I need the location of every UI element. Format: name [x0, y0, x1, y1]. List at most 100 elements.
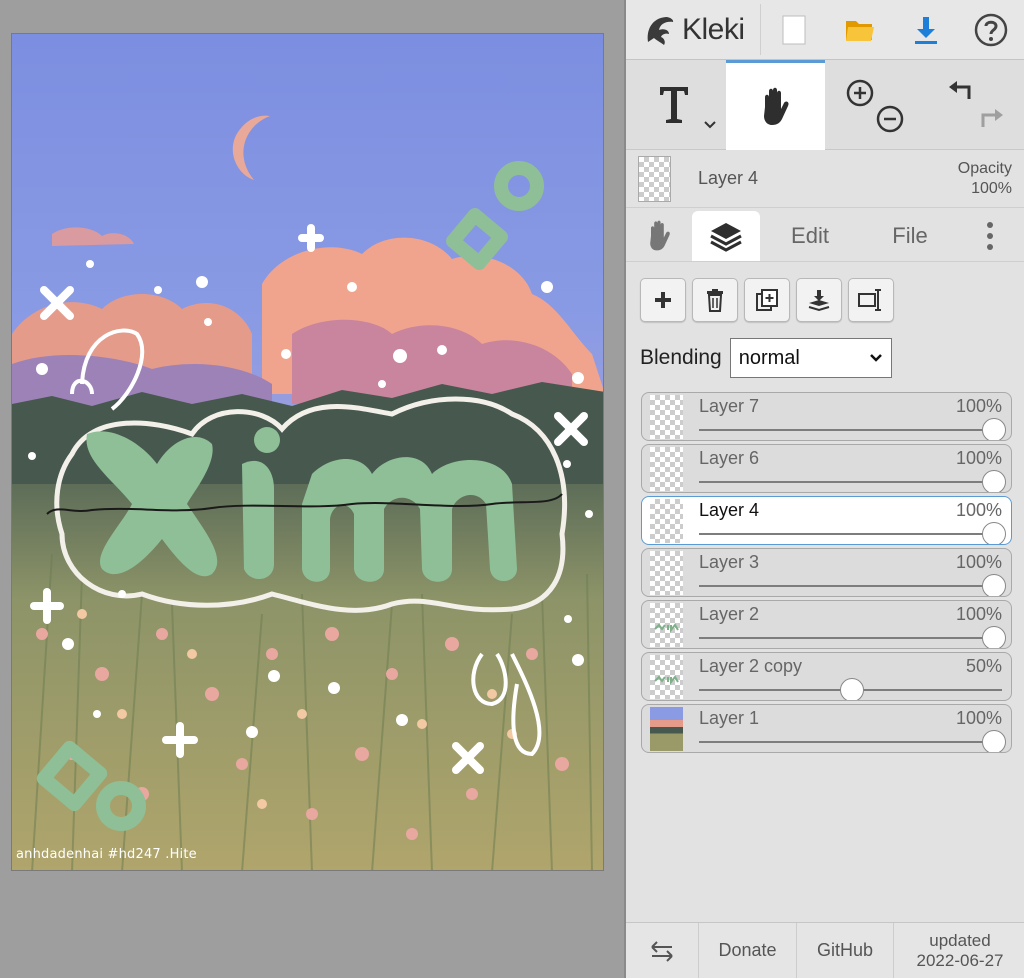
layer-row[interactable]: Layer 4 100% — [641, 496, 1012, 545]
updated-label: updated — [929, 930, 991, 950]
layer-thumbnail — [650, 655, 683, 699]
delete-layer-button[interactable] — [692, 278, 738, 322]
opacity-slider-handle[interactable] — [839, 678, 864, 700]
github-link[interactable]: GitHub — [797, 923, 894, 978]
opacity-slider-track[interactable] — [699, 585, 1002, 587]
layer-thumbnail — [650, 447, 683, 491]
chevron-down-icon[interactable] — [703, 120, 717, 130]
layer-opacity: 50% — [965, 656, 1002, 676]
opacity-slider-track[interactable] — [699, 533, 1002, 535]
duplicate-icon — [756, 289, 778, 311]
hand-tool[interactable] — [725, 60, 825, 150]
redo-icon — [981, 109, 1004, 127]
opacity-slider-track[interactable] — [699, 637, 1002, 639]
help-button[interactable] — [958, 0, 1024, 60]
top-bar: Kleki — [626, 0, 1024, 60]
blending-mode-value: normal — [738, 346, 800, 369]
zoom-in-icon — [846, 79, 873, 107]
current-layer-opacity: Opacity 100% — [958, 159, 1012, 199]
layer-row[interactable]: Layer 3 100% — [641, 548, 1012, 597]
layer-opacity: 100% — [955, 604, 1002, 624]
rename-layer-button[interactable] — [848, 278, 894, 322]
merge-layer-button[interactable] — [796, 278, 842, 322]
history-tools — [925, 60, 1024, 150]
zoom-out-icon — [876, 105, 903, 133]
current-layer-name: Layer 4 — [698, 168, 759, 188]
save-image-button[interactable] — [893, 0, 959, 60]
opacity-value: 100% — [971, 179, 1012, 197]
kleki-logo-icon — [647, 16, 674, 45]
layer-opacity: 100% — [955, 708, 1002, 728]
opacity-slider-handle[interactable] — [982, 730, 1006, 752]
layer-actions — [626, 262, 1024, 322]
layer-row[interactable]: Layer 7 100% — [641, 392, 1012, 441]
layer-name: Layer 2 — [699, 604, 760, 624]
footer: Donate GitHub updated 2022-06-27 — [626, 922, 1024, 978]
opacity-slider-handle[interactable] — [982, 470, 1006, 492]
tab-file[interactable]: File — [860, 211, 960, 261]
zoom-icons — [846, 79, 903, 133]
kleki-logo[interactable]: Kleki — [626, 0, 760, 59]
opacity-slider-track[interactable] — [699, 429, 1002, 431]
layer-row[interactable]: Layer 2 copy 50% — [641, 652, 1012, 701]
layer-opacity: 100% — [955, 396, 1002, 416]
layer-row[interactable]: Layer 6 100% — [641, 444, 1012, 493]
more-menu-button[interactable] — [960, 211, 1020, 261]
more-vertical-icon — [987, 222, 993, 250]
layer-name: Layer 7 — [699, 396, 760, 416]
artwork-watermark: anhdadenhai #hd247 .Hite — [16, 847, 197, 862]
tab-edit[interactable]: Edit — [760, 211, 860, 261]
hand-icon — [764, 87, 789, 125]
opacity-slider-track[interactable] — [699, 741, 1002, 743]
hand-icon — [650, 220, 670, 251]
current-layer-info: Layer 4 Opacity 100% — [626, 150, 1024, 208]
blending-row: Blending normal — [626, 322, 1024, 378]
layer-thumbnail — [650, 499, 683, 543]
layer-name: Layer 1 — [699, 708, 760, 728]
layer-row[interactable]: Layer 1 100% — [641, 704, 1012, 753]
opacity-slider-handle[interactable] — [982, 574, 1006, 596]
layer-thumbnail-content — [654, 623, 679, 633]
layer-opacity: 100% — [955, 500, 1002, 520]
layer-name: Layer 4 — [699, 500, 760, 520]
layer-thumbnail — [650, 603, 683, 647]
tab-tool-settings[interactable] — [626, 211, 692, 261]
donate-link[interactable]: Donate — [699, 923, 797, 978]
tab-layers[interactable] — [692, 211, 760, 261]
text-tool[interactable] — [626, 60, 726, 150]
artwork — [12, 34, 603, 870]
duplicate-layer-button[interactable] — [744, 278, 790, 322]
swap-arrows-icon — [651, 940, 673, 962]
open-image-button[interactable] — [827, 0, 893, 60]
blending-label: Blending — [640, 346, 722, 369]
opacity-label: Opacity — [957, 159, 1012, 177]
opacity-slider-handle[interactable] — [982, 418, 1006, 440]
layer-name: Layer 3 — [699, 552, 760, 572]
layer-list: Layer 7 100% Layer 6 100% Layer 4 100% Layer 3… — [626, 378, 1024, 753]
app-name: Kleki — [682, 12, 745, 46]
layer-thumbnail-content — [654, 675, 679, 685]
canvas-area[interactable]: anhdadenhai #hd247 .Hite — [0, 0, 624, 978]
tool-bar — [626, 60, 1024, 150]
swap-side-button[interactable] — [626, 923, 699, 978]
rename-icon — [858, 289, 881, 311]
layer-opacity: 100% — [955, 552, 1002, 572]
opacity-slider-handle[interactable] — [982, 522, 1006, 544]
new-image-button[interactable] — [761, 0, 827, 60]
panel-tabs: Edit File — [626, 208, 1024, 262]
blending-mode-select[interactable]: normal — [729, 338, 892, 378]
text-tool-icon — [659, 87, 688, 123]
layer-name: Layer 2 copy — [699, 656, 803, 676]
layers-icon — [710, 223, 742, 252]
add-layer-button[interactable] — [640, 278, 686, 322]
layer-row[interactable]: Layer 2 100% — [641, 600, 1012, 649]
updated-info[interactable]: updated 2022-06-27 — [894, 923, 1024, 978]
help-icon — [974, 13, 1008, 47]
trash-icon — [707, 289, 723, 312]
opacity-slider-handle[interactable] — [982, 626, 1006, 648]
opacity-slider-track[interactable] — [699, 481, 1002, 483]
new-file-icon — [782, 15, 806, 45]
layer-thumbnail — [650, 551, 683, 595]
current-layer-thumbnail — [638, 155, 671, 202]
drawing-canvas[interactable]: anhdadenhai #hd247 .Hite — [11, 33, 604, 871]
